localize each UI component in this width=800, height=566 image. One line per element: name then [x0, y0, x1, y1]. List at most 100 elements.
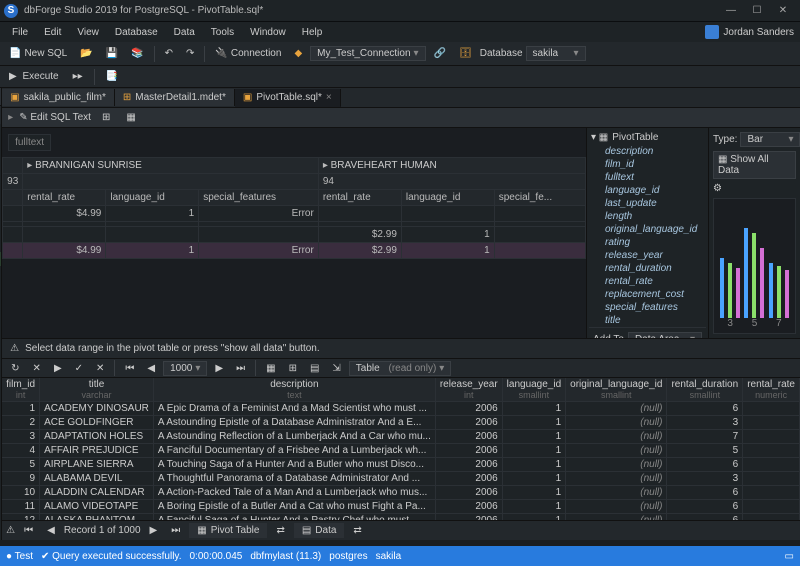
- edit-sql-button[interactable]: ✎ Edit SQL Text: [19, 112, 91, 123]
- user-account[interactable]: Jordan Sanders: [705, 25, 794, 39]
- menu-edit[interactable]: Edit: [38, 25, 67, 40]
- record-last-button[interactable]: ⏭: [166, 523, 185, 538]
- tab-move-icon-2[interactable]: ⇄: [348, 523, 366, 538]
- grid-refresh-button[interactable]: ↻: [6, 361, 24, 376]
- tree-node[interactable]: ▾film_category: [0, 476, 1, 490]
- tree-node[interactable]: last_updatetimest: [0, 532, 1, 540]
- field-item[interactable]: description: [589, 145, 706, 158]
- grid-cancel-button[interactable]: ✕: [28, 361, 46, 376]
- tree-node[interactable]: ▸System Schemas: [0, 140, 1, 154]
- field-item[interactable]: special_features: [589, 301, 706, 314]
- show-all-data-button[interactable]: ▦ Show All Data: [713, 151, 796, 179]
- close-button[interactable]: ✕: [770, 2, 796, 20]
- menu-help[interactable]: Help: [296, 25, 329, 40]
- grid-mode-dropdown[interactable]: Table (read only): [349, 361, 452, 376]
- tree-node[interactable]: ▸Rules: [0, 308, 1, 322]
- tab-sakila-film[interactable]: ▣ sakila_public_film*: [2, 89, 115, 106]
- gear-icon[interactable]: ⚙: [713, 183, 722, 194]
- grid-mode-button[interactable]: ▦: [121, 110, 140, 125]
- column-header[interactable]: titlevarchar: [40, 378, 154, 402]
- tree-node[interactable]: ▸country: [0, 420, 1, 434]
- new-sql-button[interactable]: 📄 New SQL: [4, 46, 72, 61]
- grid-last-button[interactable]: ⏭: [231, 361, 250, 376]
- pivot-grid[interactable]: ▸ BRANNIGAN SUNRISE ▸ BRAVEHEART HUMAN 9…: [2, 157, 586, 259]
- record-next-button[interactable]: ▶: [145, 523, 163, 538]
- column-header[interactable]: original_language_idsmallint: [566, 378, 667, 402]
- tab-pivottable[interactable]: ▣ PivotTable.sql* ×: [235, 89, 341, 107]
- tree-node[interactable]: ▸Columns: [0, 350, 1, 364]
- grid-page-input[interactable]: 1000: [163, 361, 207, 376]
- field-item[interactable]: replacement_cost: [589, 288, 706, 301]
- tree-node[interactable]: ▸Triggers: [0, 294, 1, 308]
- connection-dropdown[interactable]: My_Test_Connection: [310, 46, 425, 61]
- tree-node[interactable]: category_idsmalli: [0, 518, 1, 532]
- bottom-tab-data[interactable]: ▤ Data: [294, 523, 345, 538]
- menu-window[interactable]: Window: [244, 25, 292, 40]
- tree-node[interactable]: ▸Rules: [0, 406, 1, 420]
- grid-view-button[interactable]: ▦: [261, 361, 280, 376]
- open-button[interactable]: 📂: [75, 46, 97, 61]
- format-button[interactable]: 📑: [101, 69, 123, 84]
- field-item[interactable]: language_id: [589, 184, 706, 197]
- column-header[interactable]: release_yearint: [435, 378, 502, 402]
- tree-node[interactable]: ▸Indexes: [0, 280, 1, 294]
- grid-next-button[interactable]: ▶: [210, 361, 228, 376]
- redo-button[interactable]: ↷: [181, 46, 199, 61]
- tree[interactable]: ▾My_Test_Connection ▸System Schemas▾publ…: [0, 124, 1, 540]
- save-all-button[interactable]: 📚: [126, 46, 148, 61]
- column-header[interactable]: language_idsmallint: [502, 378, 566, 402]
- column-header[interactable]: rental_durationsmallint: [667, 378, 743, 402]
- menu-database[interactable]: Database: [109, 25, 164, 40]
- fieldlist-header[interactable]: ▾ ▦ PivotTable: [589, 130, 706, 145]
- column-header[interactable]: rental_ratenumeric: [743, 378, 800, 402]
- tree-node[interactable]: ▾city: [0, 336, 1, 350]
- chart-type-dropdown[interactable]: Bar: [740, 132, 800, 147]
- database-dropdown[interactable]: sakila: [526, 46, 586, 61]
- tree-node[interactable]: ▸film_actor: [0, 462, 1, 476]
- tree-node[interactable]: ▾address: [0, 196, 1, 210]
- table-row[interactable]: 1ACADEMY DINOSAURA Epic Drama of a Femin…: [2, 402, 799, 416]
- table-row[interactable]: 4AFFAIR PREJUDICEA Fanciful Documentary …: [2, 444, 799, 458]
- tab-masterdetail[interactable]: ⊞ MasterDetail1.mdet*: [115, 89, 235, 106]
- menu-data[interactable]: Data: [168, 25, 201, 40]
- tree-node[interactable]: ▾Constraints (2): [0, 224, 1, 238]
- grid-card-button[interactable]: ⊞: [284, 361, 302, 376]
- grid-export-button[interactable]: ⇲: [327, 361, 345, 376]
- pivot-area[interactable]: fulltext ▸ BRANNIGAN SUNRISE ▸ BRAVEHEAR…: [2, 128, 586, 338]
- execute-button[interactable]: ▶ Execute: [4, 69, 64, 84]
- tree-node[interactable]: ▸film: [0, 448, 1, 462]
- save-button[interactable]: 💾: [101, 46, 123, 61]
- tree-node[interactable]: ▸Constraints: [0, 364, 1, 378]
- grid-first-button[interactable]: ⏮: [120, 361, 139, 376]
- bottom-tab-pivot[interactable]: ▦ Pivot Table: [189, 523, 267, 538]
- column-header[interactable]: descriptiontext: [153, 378, 435, 402]
- field-item[interactable]: film_id: [589, 158, 706, 171]
- field-item[interactable]: original_language_id: [589, 223, 706, 236]
- menu-tools[interactable]: Tools: [205, 25, 240, 40]
- tab-close-icon[interactable]: ×: [326, 92, 332, 103]
- table-row[interactable]: 5AIRPLANE SIERRAA Touching Saga of a Hun…: [2, 458, 799, 472]
- menu-view[interactable]: View: [71, 25, 105, 40]
- field-item[interactable]: rating: [589, 236, 706, 249]
- connect-button[interactable]: 🔗: [429, 46, 451, 61]
- tree-node[interactable]: ▸category: [0, 322, 1, 336]
- tab-move-icon[interactable]: ⇄: [271, 523, 289, 538]
- tree-node[interactable]: city_idsmallint: [0, 266, 1, 280]
- execute-step-button[interactable]: ▸▸: [68, 69, 88, 84]
- field-item[interactable]: rental_duration: [589, 262, 706, 275]
- field-item[interactable]: length: [589, 210, 706, 223]
- grid-rollback-button[interactable]: ✕: [91, 361, 109, 376]
- menu-file[interactable]: File: [6, 25, 34, 40]
- undo-button[interactable]: ↶: [160, 46, 178, 61]
- fulltext-drop[interactable]: fulltext: [8, 134, 51, 151]
- tree-node[interactable]: ▾Tables (15): [0, 168, 1, 182]
- tree-node[interactable]: address_pkey: [0, 238, 1, 252]
- field-item[interactable]: last_update: [589, 197, 706, 210]
- tree-node[interactable]: ▸actor: [0, 182, 1, 196]
- tree-root[interactable]: ▾My_Test_Connection: [0, 126, 1, 140]
- grid-apply-button[interactable]: ▶: [49, 361, 67, 376]
- grid-commit-button[interactable]: ✓: [70, 361, 88, 376]
- field-item[interactable]: rental_rate: [589, 275, 706, 288]
- field-item[interactable]: title: [589, 314, 706, 327]
- table-row[interactable]: 3ADAPTATION HOLESA Astounding Reflection…: [2, 430, 799, 444]
